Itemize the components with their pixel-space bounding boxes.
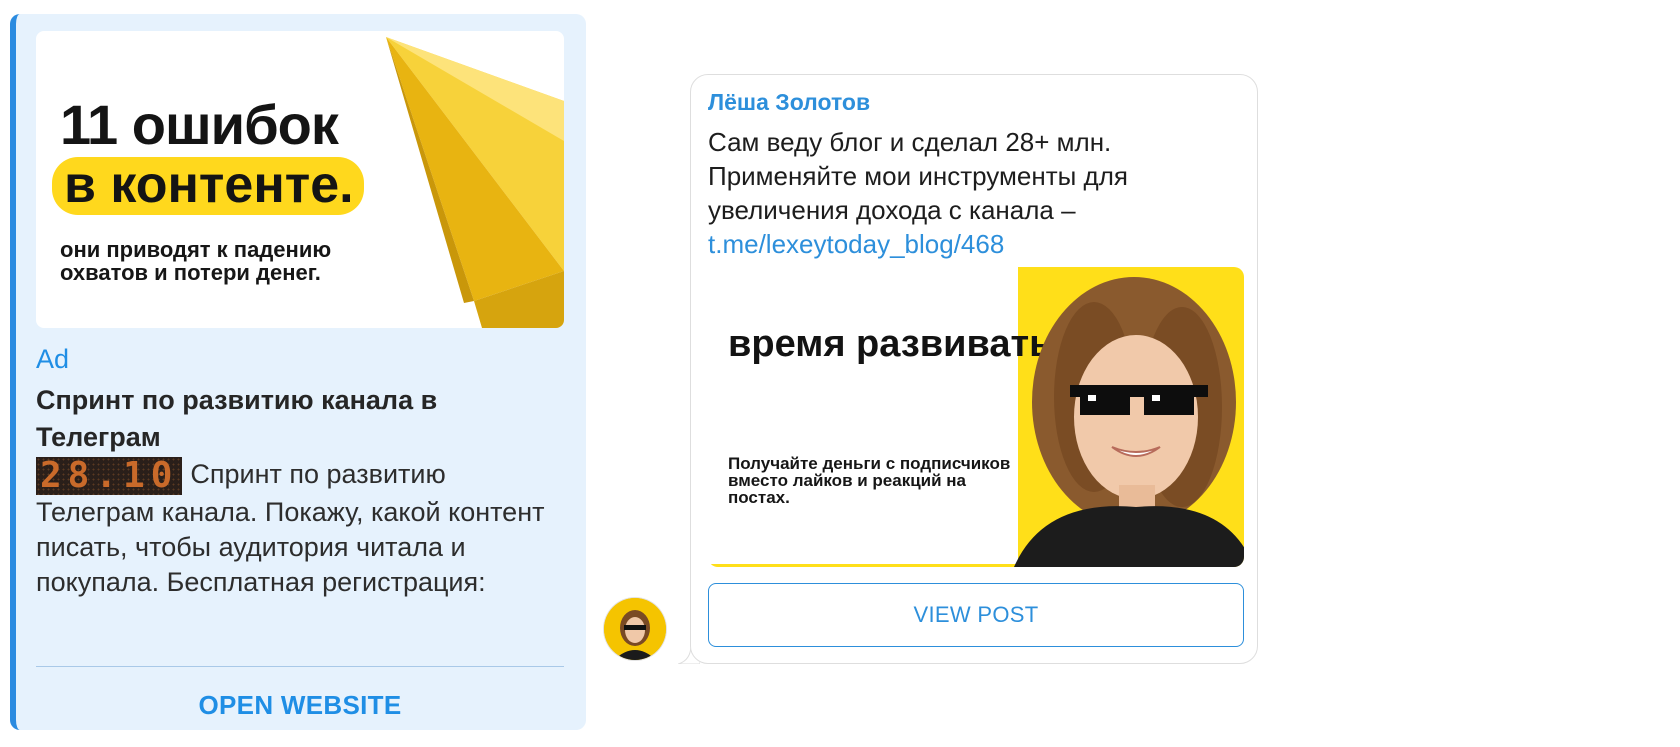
ad-description: 28.10 Спринт по развитию Телеграм канала.… <box>36 457 556 600</box>
post-link[interactable]: t.me/lexeytoday_blog/468 <box>708 229 1004 259</box>
open-website-button[interactable]: OPEN WEBSITE <box>36 690 564 721</box>
post-image[interactable]: время развивать канал! Получайте деньги … <box>708 267 1244 567</box>
avatar-portrait-icon <box>604 598 666 660</box>
ad-divider <box>36 666 564 667</box>
post-image-subtitle: Получайте деньги с подписчиков вместо ла… <box>728 454 1011 507</box>
ad-banner-headline-highlight: в контенте. <box>52 157 364 215</box>
person-portrait-icon <box>1014 277 1244 567</box>
ad-title: Спринт по развитию канала в Телеграм <box>36 385 438 452</box>
paper-plane-icon <box>386 37 564 328</box>
post-text: Сам веду блог и сделал 28+ млн. Применяй… <box>708 125 1238 261</box>
post-text-body: Сам веду блог и сделал 28+ млн. Применяй… <box>708 127 1128 225</box>
ad-banner-headline: 11 ошибок <box>60 93 339 156</box>
view-post-button[interactable]: VIEW POST <box>708 583 1244 647</box>
sponsored-ad-card: 11 ошибок в контенте. они приводят к пад… <box>10 14 586 730</box>
ad-label: Ad <box>36 344 70 374</box>
date-badge: 28.10 <box>36 457 183 495</box>
channel-post-bubble: Лёша Золотов Сам веду блог и сделал 28+ … <box>690 74 1258 664</box>
post-author-name[interactable]: Лёша Золотов <box>708 89 870 116</box>
ad-banner-image[interactable]: 11 ошибок в контенте. они приводят к пад… <box>36 31 564 328</box>
author-avatar[interactable] <box>604 598 666 660</box>
